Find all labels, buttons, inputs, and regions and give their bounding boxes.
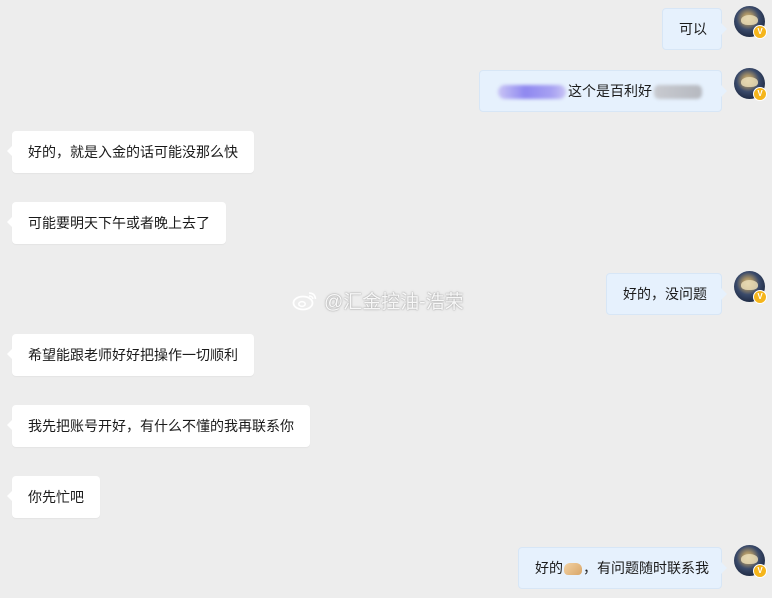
message-bubble[interactable]: 希望能跟老师好好把操作一切顺利 bbox=[7, 334, 254, 376]
redaction-blur bbox=[498, 85, 566, 100]
message-bubble[interactable]: 可以 bbox=[662, 8, 727, 50]
watermark-text: @汇金控油-浩荣 bbox=[324, 292, 464, 313]
message-bubble[interactable]: 好的，就是入金的话可能没那么快 bbox=[7, 131, 254, 173]
message-text: 希望能跟老师好好把操作一切顺利 bbox=[28, 347, 238, 363]
weibo-logo-icon bbox=[292, 291, 318, 311]
message-bubble[interactable]: 你先忙吧 bbox=[7, 476, 100, 518]
message-text: ，有问题随时联系我 bbox=[583, 560, 709, 576]
avatar[interactable]: V bbox=[734, 68, 767, 101]
message-text: 我先把账号开好，有什么不懂的我再联系你 bbox=[28, 418, 294, 434]
handshake-emoji-icon bbox=[564, 563, 582, 576]
eagle-emblem-icon bbox=[741, 77, 758, 87]
eagle-emblem-icon bbox=[741, 280, 758, 290]
verified-badge: V bbox=[753, 87, 767, 101]
avatar[interactable]: V bbox=[734, 271, 767, 304]
redaction-blur bbox=[654, 85, 702, 100]
message-bubble[interactable]: 好的 ，有问题随时联系我 bbox=[518, 547, 727, 589]
message-bubble[interactable]: 好的，没问题 bbox=[606, 273, 727, 315]
verified-badge: V bbox=[753, 290, 767, 304]
message-text: 可以 bbox=[679, 21, 707, 37]
message-text: 这个是百利好 bbox=[568, 83, 652, 99]
message-bubble[interactable]: 可能要明天下午或者晚上去了 bbox=[7, 202, 226, 244]
message-text: 好的 bbox=[535, 560, 563, 576]
verified-badge: V bbox=[753, 564, 767, 578]
message-bubble[interactable]: 这个是百利好 bbox=[479, 70, 727, 112]
avatar[interactable]: V bbox=[734, 6, 767, 39]
eagle-emblem-icon bbox=[741, 554, 758, 564]
message-text: 好的，没问题 bbox=[623, 286, 707, 302]
message-bubble[interactable]: 我先把账号开好，有什么不懂的我再联系你 bbox=[7, 405, 310, 447]
message-text: 好的，就是入金的话可能没那么快 bbox=[28, 144, 238, 160]
verified-badge: V bbox=[753, 25, 767, 39]
message-text: 你先忙吧 bbox=[28, 489, 84, 505]
message-text: 可能要明天下午或者晚上去了 bbox=[28, 215, 210, 231]
eagle-emblem-icon bbox=[741, 15, 758, 25]
watermark: @汇金控油-浩荣 bbox=[292, 287, 464, 314]
avatar[interactable]: V bbox=[734, 545, 767, 578]
